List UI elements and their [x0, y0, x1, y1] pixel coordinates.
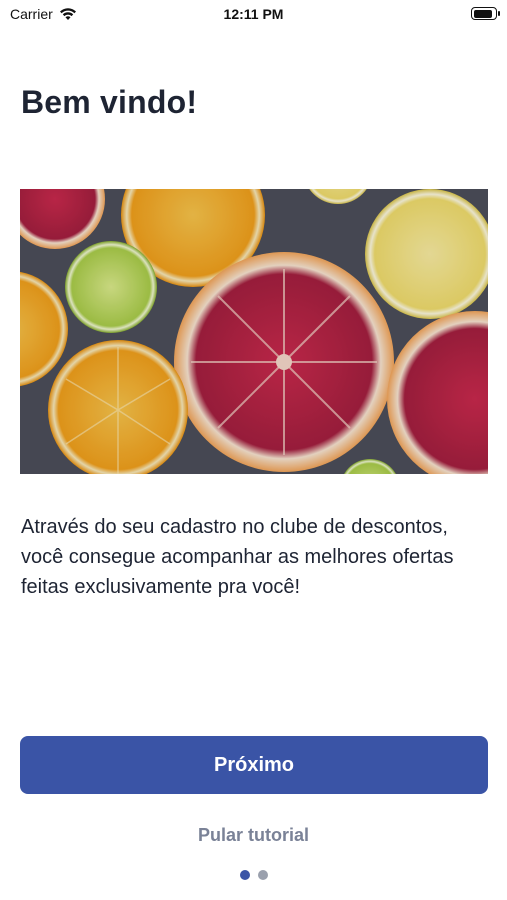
next-button[interactable]: Próximo: [20, 736, 488, 794]
welcome-description: Através do seu cadastro no clube de desc…: [21, 516, 454, 598]
pagination-dot: [257, 870, 268, 880]
page-title: Bem vindo!: [21, 84, 198, 120]
skip-tutorial-link[interactable]: Pular tutorial: [0, 825, 507, 846]
battery-icon: [471, 7, 500, 20]
status-bar: Carrier 12:11 PM: [0, 0, 507, 30]
pagination-dot-active: [239, 870, 250, 880]
battery-level: [473, 9, 492, 18]
status-time: 12:11 PM: [223, 6, 284, 22]
pagination-dots: [0, 870, 507, 880]
citrus-illustration: [20, 189, 488, 474]
hero-image: [20, 189, 488, 474]
